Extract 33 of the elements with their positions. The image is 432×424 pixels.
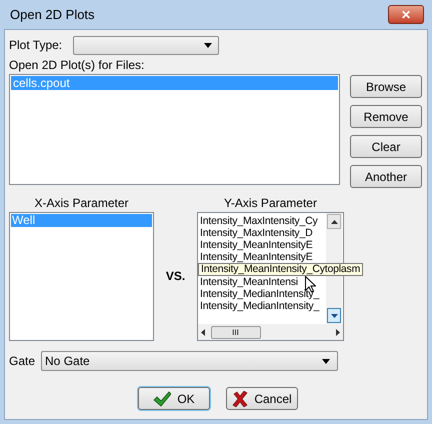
plot-type-dropdown[interactable] <box>73 36 219 54</box>
plot-type-label: Plot Type: <box>9 37 64 54</box>
x-axis-label: X-Axis Parameter <box>33 196 130 210</box>
y-parameter-item[interactable]: Intensity_MeanIntensityE <box>200 251 313 263</box>
y-parameter-item[interactable]: Intensity_MeanIntensityE <box>200 239 313 251</box>
side-button[interactable]: Clear <box>350 135 422 158</box>
scroll-down-icon[interactable] <box>327 308 341 323</box>
side-button[interactable]: Another <box>350 165 422 188</box>
files-label: Open 2D Plot(s) for Files: <box>9 58 146 72</box>
window-title: Open 2D Plots <box>10 6 95 24</box>
scroll-thumb[interactable]: III <box>210 326 260 338</box>
side-button[interactable]: Remove <box>350 105 422 128</box>
caret-icon <box>204 42 212 48</box>
vs-label: VS. <box>166 268 186 284</box>
checkmark-icon <box>153 390 172 406</box>
y-parameter-item[interactable]: Intensity_MedianIntensity_ <box>200 300 320 312</box>
y-parameter-item[interactable]: Intensity_MaxIntensity_Cy <box>200 215 318 227</box>
y-axis-label: Y-Axis Parameter <box>223 196 318 210</box>
gate-label: Gate <box>9 353 36 370</box>
caret-icon <box>322 358 330 364</box>
side-button[interactable]: Browse <box>350 75 422 98</box>
scroll-up-icon[interactable] <box>327 214 341 229</box>
x-icon <box>232 390 248 406</box>
scroll-left-icon[interactable] <box>201 328 205 336</box>
tooltip: Intensity_MeanIntensity_Cytoplasm <box>198 263 364 276</box>
y-parameter-item[interactable]: Intensity_MeanIntensi <box>200 276 298 288</box>
horizontal-scrollbar[interactable]: III <box>198 324 343 340</box>
scroll-right-icon[interactable] <box>336 328 340 336</box>
y-parameter-item[interactable]: Intensity_MaxIntensity_D <box>200 227 313 239</box>
ok-button[interactable]: OK <box>138 387 210 410</box>
cancel-button[interactable]: Cancel <box>226 387 298 410</box>
gate-dropdown[interactable]: No Gate <box>41 351 338 371</box>
y-parameter-item[interactable]: Intensity_MedianIntensity_ <box>200 288 320 300</box>
